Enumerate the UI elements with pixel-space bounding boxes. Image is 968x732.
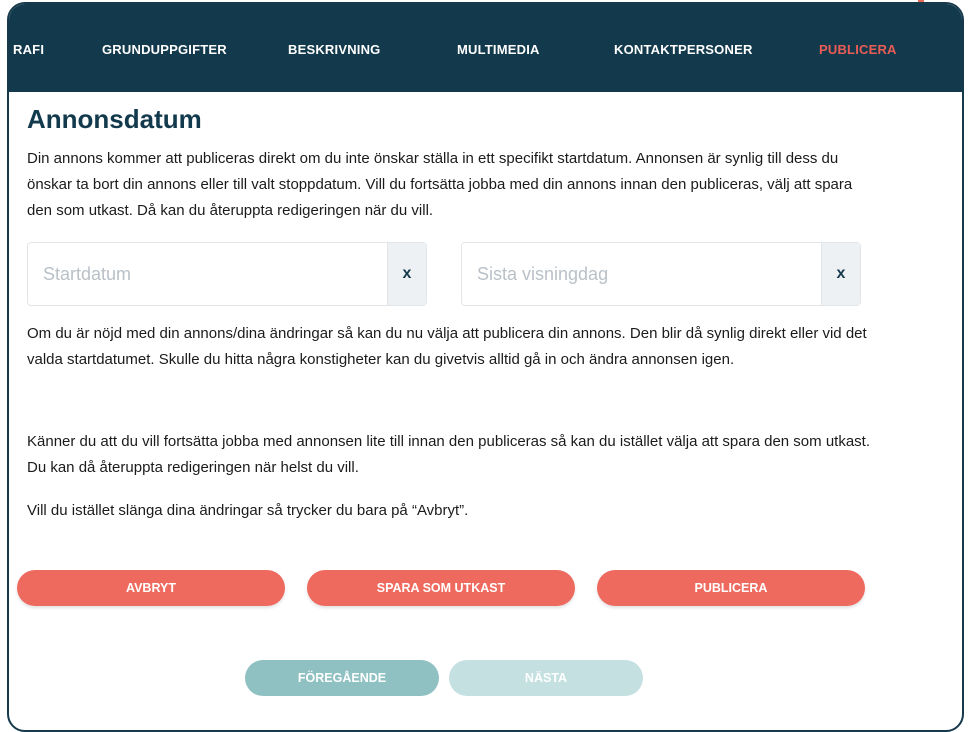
cancel-info-text: Vill du istället slänga dina ändringar s… bbox=[27, 502, 469, 519]
cancel-button[interactable]: AVBRYT bbox=[17, 570, 285, 606]
intro-text: Din annons kommer att publiceras direkt … bbox=[27, 150, 853, 219]
start-date-input[interactable] bbox=[28, 243, 387, 305]
publish-panel: RAFI GRUNDUPPGIFTER BESKRIVNING MULTIMED… bbox=[7, 2, 964, 732]
tab-beskrivning[interactable]: BESKRIVNING bbox=[288, 42, 381, 62]
tab-grunduppgifter[interactable]: GRUNDUPPGIFTER bbox=[102, 42, 227, 62]
step-navigation: RAFI GRUNDUPPGIFTER BESKRIVNING MULTIMED… bbox=[9, 4, 962, 92]
save-draft-button[interactable]: SPARA SOM UTKAST bbox=[307, 570, 575, 606]
publish-info-text: Om du är nöjd med din annons/dina ändrin… bbox=[27, 325, 867, 368]
tab-geografi[interactable]: RAFI bbox=[13, 42, 44, 62]
tab-publicera[interactable]: PUBLICERA bbox=[819, 42, 897, 62]
tab-multimedia[interactable]: MULTIMEDIA bbox=[457, 42, 540, 62]
close-icon: x bbox=[836, 265, 846, 282]
page-title: Annonsdatum bbox=[27, 104, 202, 134]
next-button[interactable]: NÄSTA bbox=[449, 660, 643, 696]
start-date-field: x bbox=[27, 242, 427, 306]
clear-end-date-button[interactable]: x bbox=[821, 243, 860, 305]
publish-button[interactable]: PUBLICERA bbox=[597, 570, 865, 606]
previous-button[interactable]: FÖREGÅENDE bbox=[245, 660, 439, 696]
draft-info-text: Känner du att du vill fortsätta jobba me… bbox=[27, 433, 871, 476]
clear-start-date-button[interactable]: x bbox=[387, 243, 426, 305]
tab-kontaktpersoner[interactable]: KONTAKTPERSONER bbox=[614, 42, 753, 62]
end-date-field: x bbox=[461, 242, 861, 306]
close-icon: x bbox=[402, 265, 412, 282]
end-date-input[interactable] bbox=[462, 243, 821, 305]
